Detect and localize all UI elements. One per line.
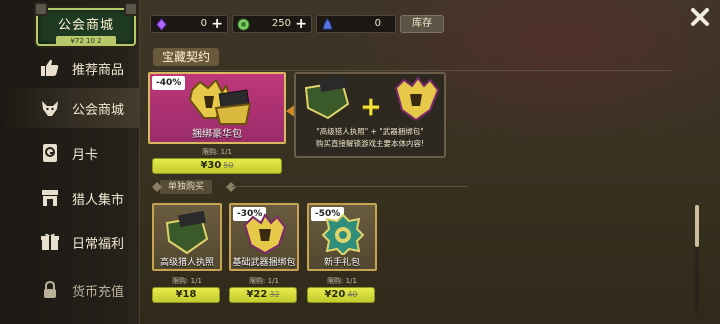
item-card-hunter-license[interactable]: 高级猎人执照 xyxy=(152,203,222,271)
sidebar-item-label: 推荐商品 xyxy=(72,63,125,78)
hunter-license-icon xyxy=(304,78,350,120)
plate-post-right xyxy=(124,2,138,16)
single-purchase-title: 单独购买 xyxy=(160,180,213,194)
item-buy-button[interactable]: ¥18 xyxy=(152,287,220,303)
currency-green-coin: 250 + xyxy=(232,15,312,33)
sidebar-item-label: 猎人集市 xyxy=(72,193,125,208)
gift-icon xyxy=(41,233,59,250)
item-buy-button[interactable]: ¥20 40 xyxy=(307,287,375,303)
item-old-price: 32 xyxy=(269,290,280,299)
inventory-button[interactable]: 库存 xyxy=(400,15,444,33)
item-name: 基础武器捆绑包 xyxy=(232,258,296,268)
blue-crystal-icon xyxy=(322,18,333,30)
card-icon xyxy=(43,144,57,162)
add-currency-button[interactable]: + xyxy=(211,16,223,32)
bundle-description: "高级猎人执照" + "武器捆绑包" 购买直接解锁游戏主要本体内容! xyxy=(300,126,440,150)
item-buy-button[interactable]: ¥22 32 xyxy=(229,287,297,303)
single-purchase-divider xyxy=(232,186,468,187)
sidebar-item-hunter-market[interactable]: 猎人集市 xyxy=(0,178,140,218)
description-line: "高级猎人执照" + "武器捆绑包" xyxy=(316,127,424,136)
currency-purple-gem: 0 + xyxy=(150,15,228,33)
currency-value: 0 xyxy=(374,18,381,29)
sidebar-item-label: 月卡 xyxy=(72,148,99,163)
plate-post-left xyxy=(34,2,48,16)
hunter-license-icon xyxy=(165,211,209,255)
weapon-bundle-icon xyxy=(243,213,287,255)
section-divider xyxy=(152,70,672,71)
bundle-items-icon xyxy=(188,78,252,125)
sidebar-item-daily-welfare[interactable]: 日常福利 xyxy=(0,222,140,262)
purple-gem-icon xyxy=(156,18,167,31)
shop-title: 公会商城 xyxy=(57,18,114,33)
discount-badge: -40% xyxy=(152,76,186,90)
scrollbar-thumb[interactable] xyxy=(695,205,699,247)
bundle-price: ¥30 xyxy=(200,160,222,171)
sidebar-item-monthly-card[interactable]: 月卡 xyxy=(0,133,140,173)
item-limit: 限购: 1/1 xyxy=(327,277,357,285)
currency-value: 0 xyxy=(200,18,207,29)
item-price: ¥18 xyxy=(175,289,197,300)
market-icon xyxy=(42,190,58,206)
item-card-starter-pack[interactable]: -50% 新手礼包 xyxy=(307,203,377,271)
sidebar-item-label: 日常福利 xyxy=(72,237,125,252)
close-icon[interactable] xyxy=(690,7,710,27)
item-name: 新手礼包 xyxy=(323,258,360,268)
plus-icon: + xyxy=(360,92,382,122)
sidebar-item-currency-topup[interactable]: 货币充值 xyxy=(0,270,140,310)
bundle-preview-panel: + "高级猎人执照" + "武器捆绑包" 购买直接解锁游戏主要本体内容! xyxy=(294,72,446,158)
bundle-card[interactable]: -40% 捆绑豪华包 xyxy=(148,72,286,144)
bundle-limit: 限购: 1/1 xyxy=(202,148,232,156)
shop-title-plate: 公会商城 ¥72 10 2 xyxy=(34,2,138,46)
item-limit: 限购: 1/1 xyxy=(172,277,202,285)
lock-icon xyxy=(44,280,56,298)
currency-blue-crystal: 0 xyxy=(316,15,396,33)
item-price: ¥22 xyxy=(246,289,268,300)
bundle-old-price: 50 xyxy=(223,161,234,170)
add-currency-button[interactable]: + xyxy=(295,16,307,32)
sidebar: 公会商城 ¥72 10 2 推荐商品 公会商城 月卡 猎人集市 日常福利 货币充… xyxy=(0,0,140,324)
sidebar-item-recommended[interactable]: 推荐商品 xyxy=(0,48,140,88)
bundle-name: 捆绑豪华包 xyxy=(192,129,242,140)
single-purchase-label: 单独购买 xyxy=(168,182,205,192)
sidebar-item-label: 货币充值 xyxy=(72,285,125,300)
shop-subtitle: ¥72 10 2 xyxy=(56,36,116,46)
description-line: 购买直接解锁游戏主要本体内容! xyxy=(315,139,424,148)
item-card-basic-weapon-bundle[interactable]: -30% 基础武器捆绑包 xyxy=(229,203,299,271)
currency-value: 250 xyxy=(271,18,291,29)
item-old-price: 40 xyxy=(347,290,358,299)
wolf-icon xyxy=(42,101,58,116)
section-title: 宝藏契约 xyxy=(153,48,219,66)
bundle-buy-button[interactable]: ¥30 50 xyxy=(152,158,282,174)
sidebar-item-label: 公会商城 xyxy=(72,103,125,118)
diamond-icon xyxy=(152,182,162,192)
thumbs-up-icon xyxy=(41,59,59,76)
weapon-bundle-icon xyxy=(394,76,440,122)
item-name: 高级猎人执照 xyxy=(159,258,214,268)
diamond-icon xyxy=(226,182,236,192)
sidebar-item-guild-shop[interactable]: 公会商城 xyxy=(0,88,140,128)
green-coin-icon xyxy=(237,18,250,31)
item-limit: 限购: 1/1 xyxy=(249,277,279,285)
starter-pack-icon xyxy=(321,213,365,255)
guild-shop-screen: 公会商城 ¥72 10 2 推荐商品 公会商城 月卡 猎人集市 日常福利 货币充… xyxy=(0,0,720,324)
item-price: ¥20 xyxy=(324,289,346,300)
